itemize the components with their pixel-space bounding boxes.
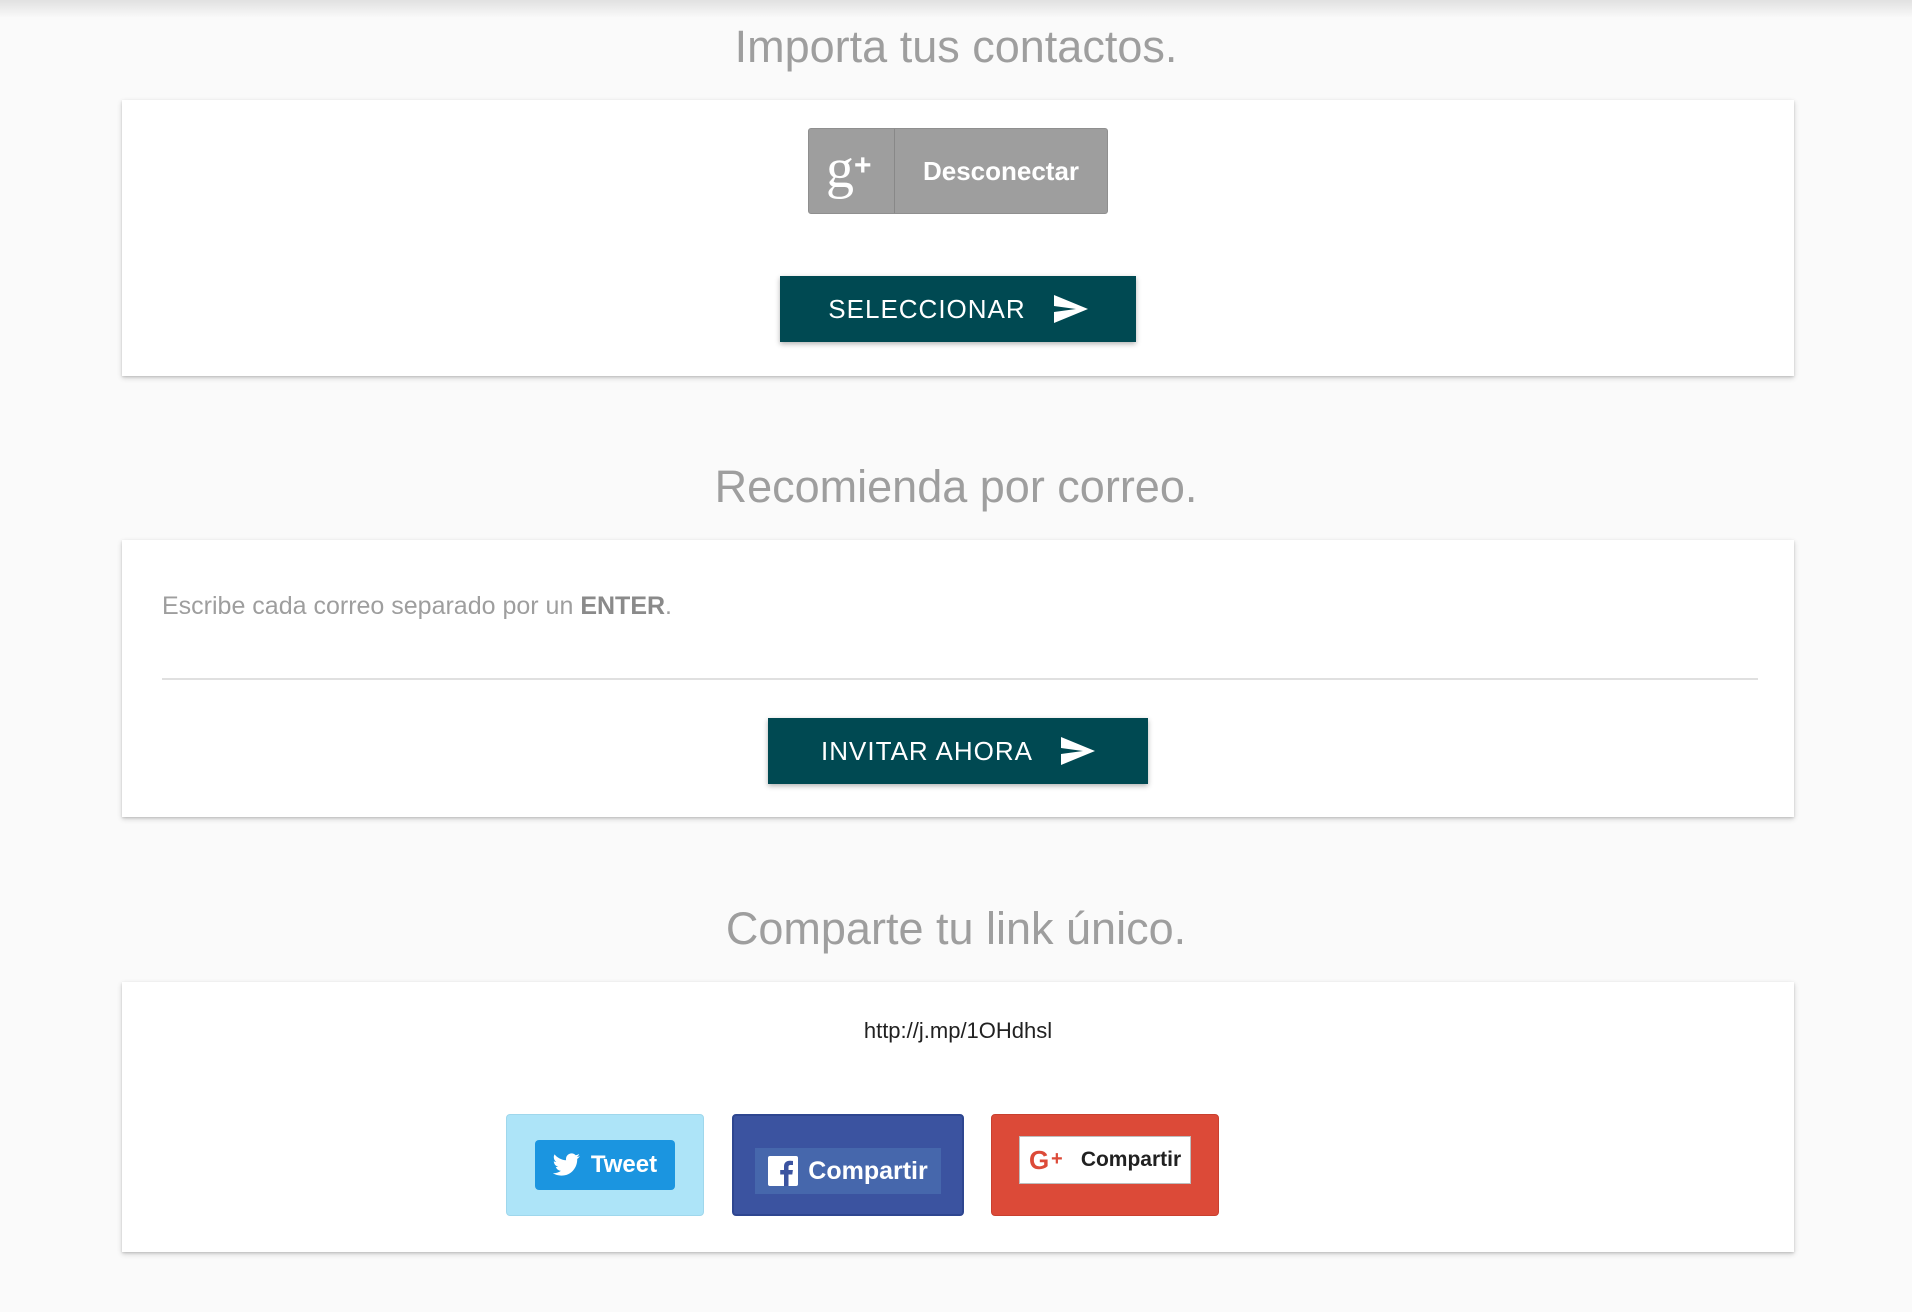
invite-now-button[interactable]: INVITAR AHORA bbox=[768, 718, 1148, 784]
googleplus-share-label: Compartir bbox=[1080, 1148, 1182, 1171]
import-card: g + Desconectar SELECCIONAR bbox=[122, 100, 1794, 376]
email-hint: Escribe cada correo separado por un ENTE… bbox=[162, 592, 672, 621]
svg-text:+: + bbox=[854, 149, 872, 182]
svg-text:+: + bbox=[1051, 1148, 1063, 1170]
gplus-icon-cell: g + bbox=[809, 129, 895, 213]
select-contacts-button[interactable]: SELECCIONAR bbox=[780, 276, 1136, 342]
send-icon bbox=[1060, 737, 1095, 765]
facebook-share-tile[interactable]: Compartir bbox=[732, 1114, 964, 1216]
google-plus-icon: G + bbox=[1029, 1147, 1071, 1173]
googleplus-share-button[interactable]: G + Compartir bbox=[1019, 1136, 1191, 1184]
facebook-share-button[interactable]: Compartir bbox=[755, 1148, 941, 1194]
email-input[interactable] bbox=[162, 630, 1758, 680]
googleplus-share-tile[interactable]: G + Compartir bbox=[991, 1114, 1219, 1216]
email-card: Escribe cada correo separado por un ENTE… bbox=[122, 540, 1794, 817]
google-plus-icon: g + bbox=[826, 141, 872, 200]
import-section-title: Importa tus contactos. bbox=[734, 21, 1178, 72]
email-hint-key: ENTER bbox=[580, 592, 666, 620]
top-shadow bbox=[0, 0, 1912, 18]
invite-button-label: INVITAR AHORA bbox=[821, 735, 1033, 766]
facebook-share-label: Compartir bbox=[808, 1156, 928, 1185]
email-hint-suffix: . bbox=[665, 592, 672, 620]
email-hint-prefix: Escribe cada correo separado por un bbox=[162, 592, 581, 620]
share-section-title: Comparte tu link único. bbox=[725, 903, 1187, 954]
select-button-label: SELECCIONAR bbox=[828, 293, 1026, 324]
email-section-title: Recomienda por correo. bbox=[714, 461, 1198, 512]
tweet-button[interactable]: Tweet bbox=[535, 1140, 675, 1190]
gplus-disconnect-label: Desconectar bbox=[922, 155, 1080, 186]
facebook-f-icon bbox=[768, 1156, 799, 1186]
tweet-tile[interactable]: Tweet bbox=[506, 1114, 704, 1216]
svg-text:g: g bbox=[826, 141, 854, 200]
svg-text:G: G bbox=[1029, 1147, 1049, 1173]
twitter-bird-icon bbox=[552, 1153, 581, 1177]
tweet-label: Tweet bbox=[590, 1151, 658, 1178]
unique-link[interactable]: http://j.mp/1OHdhsl bbox=[122, 1018, 1794, 1044]
share-card: http://j.mp/1OHdhsl Tweet Compartir G + … bbox=[122, 982, 1794, 1252]
send-icon bbox=[1053, 295, 1088, 323]
gplus-disconnect-button[interactable]: g + Desconectar bbox=[808, 128, 1108, 214]
